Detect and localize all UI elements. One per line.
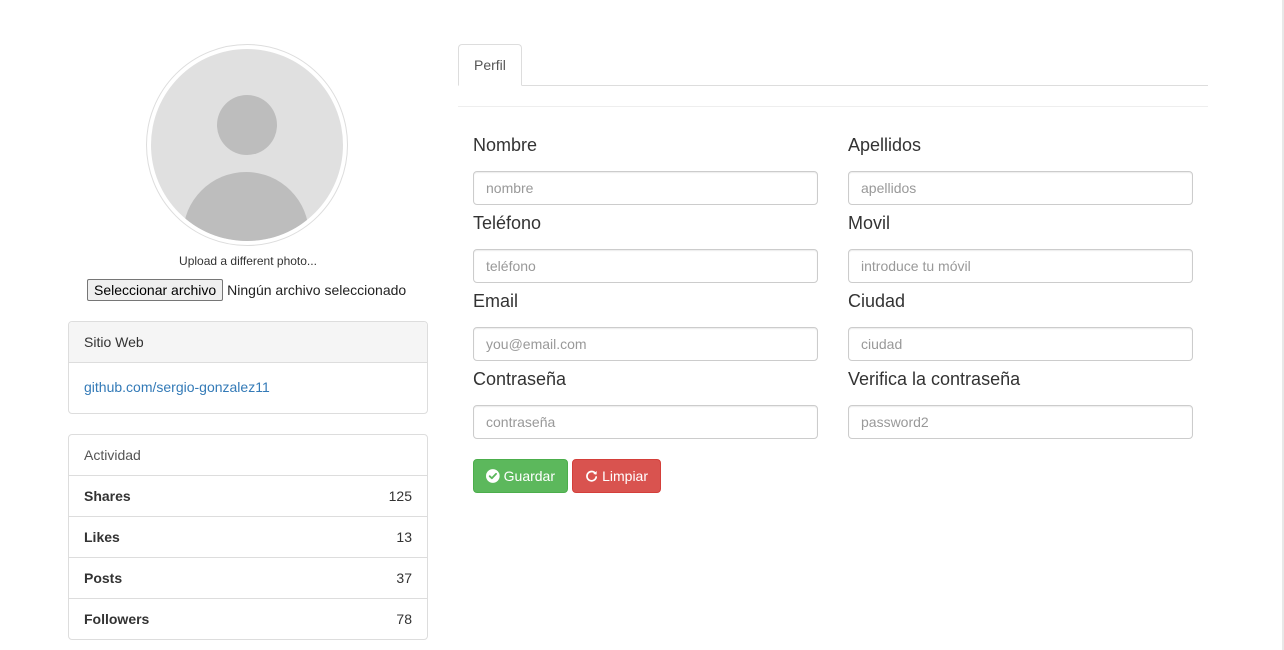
activity-value: 78 xyxy=(396,611,412,627)
file-picker: Seleccionar archivo Ningún archivo selec… xyxy=(87,279,406,301)
select-file-button[interactable]: Seleccionar archivo xyxy=(87,279,224,301)
email-input[interactable] xyxy=(473,327,818,361)
activity-row-followers: Followers 78 xyxy=(69,599,427,639)
activity-row-shares: Shares 125 xyxy=(69,476,427,517)
tab-perfil[interactable]: Perfil xyxy=(458,44,522,86)
activity-panel: Actividad Shares 125 Likes 13 Posts 37 F… xyxy=(68,434,428,640)
telefono-input[interactable] xyxy=(473,249,818,283)
email-label: Email xyxy=(473,291,519,311)
activity-value: 37 xyxy=(396,570,412,586)
save-label: Guardar xyxy=(503,468,555,484)
avatar xyxy=(146,44,348,246)
activity-label: Likes xyxy=(84,529,120,545)
clear-label: Limpiar xyxy=(602,468,648,484)
clear-button[interactable]: Limpiar xyxy=(572,459,661,493)
save-button[interactable]: Guardar xyxy=(473,459,568,493)
activity-label: Shares xyxy=(84,488,131,504)
activity-label: Followers xyxy=(84,611,150,627)
apellidos-input[interactable] xyxy=(848,171,1193,205)
apellidos-label: Apellidos xyxy=(848,135,922,155)
activity-value: 125 xyxy=(388,488,412,504)
activity-panel-heading: Actividad xyxy=(69,435,427,476)
activity-row-likes: Likes 13 xyxy=(69,517,427,558)
activity-row-posts: Posts 37 xyxy=(69,558,427,599)
website-panel-heading: Sitio Web xyxy=(69,322,427,363)
activity-label: Posts xyxy=(84,570,123,586)
website-panel: Sitio Web github.com/sergio-gonzalez11 xyxy=(68,321,428,414)
profile-tabs: Perfil xyxy=(458,44,1208,86)
movil-input[interactable] xyxy=(848,249,1193,283)
upload-photo-text: Upload a different photo... xyxy=(179,254,317,268)
nombre-label: Nombre xyxy=(473,135,538,155)
activity-value: 13 xyxy=(396,529,412,545)
password-input[interactable] xyxy=(473,405,818,439)
password2-input[interactable] xyxy=(848,405,1193,439)
divider xyxy=(458,106,1208,107)
movil-label: Movil xyxy=(848,213,891,233)
ciudad-label: Ciudad xyxy=(848,291,906,311)
password-label: Contraseña xyxy=(473,369,567,389)
ciudad-input[interactable] xyxy=(848,327,1193,361)
password2-label: Verifica la contraseña xyxy=(848,369,1021,389)
website-link[interactable]: github.com/sergio-gonzalez11 xyxy=(84,379,270,395)
refresh-icon xyxy=(586,470,598,482)
nombre-input[interactable] xyxy=(473,171,818,205)
file-status: Ningún archivo seleccionado xyxy=(227,282,407,298)
check-circle-icon xyxy=(486,469,500,483)
avatar-placeholder-icon xyxy=(151,49,343,241)
telefono-label: Teléfono xyxy=(473,213,542,233)
profile-page: Upload a different photo... Seleccionar … xyxy=(0,0,1284,650)
